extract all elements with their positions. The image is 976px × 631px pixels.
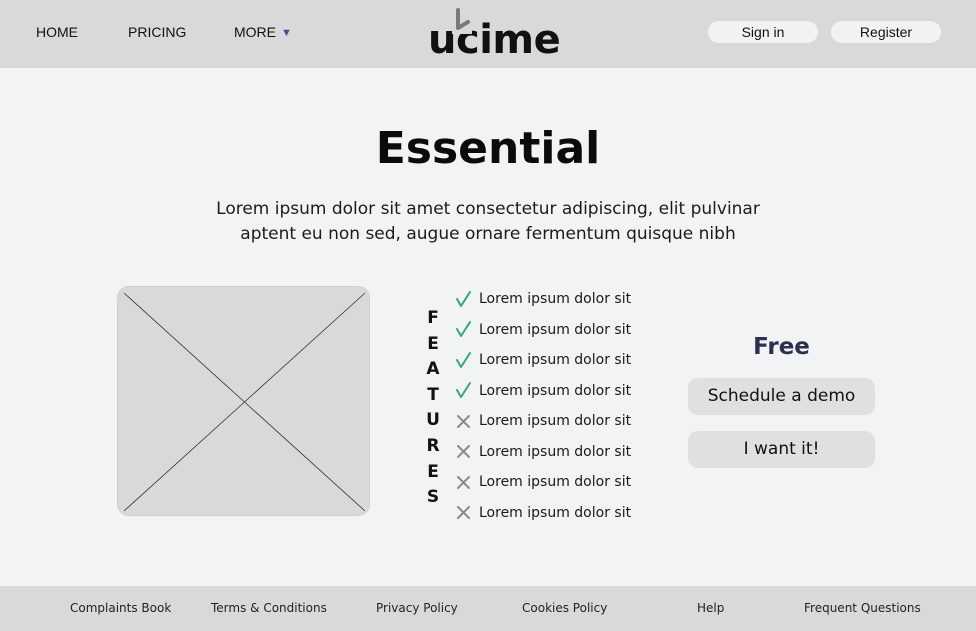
cross-icon <box>457 506 470 520</box>
page-subtitle: Lorem ipsum dolor sit amet consectetur a… <box>0 197 976 247</box>
features-letter: R <box>426 435 440 456</box>
subtitle-line: aptent eu non sed, augue ornare fermentu… <box>240 224 736 244</box>
cross-icon <box>457 445 470 459</box>
feature-item-excluded: Lorem ipsum dolor sit <box>455 437 631 468</box>
feature-item-included: Lorem ipsum dolor sit <box>455 315 631 346</box>
feature-item-included: Lorem ipsum dolor sit <box>455 376 631 407</box>
page-title: Essential <box>375 123 601 174</box>
features-letter: F <box>427 308 439 328</box>
feature-text: Lorem ipsum dolor sit <box>479 504 632 521</box>
nav-more-dropdown[interactable]: MORE ▼ <box>234 24 292 42</box>
features-letter: E <box>427 461 439 482</box>
check-icon <box>456 382 471 399</box>
footer-link-privacy[interactable]: Privacy Policy <box>376 601 458 616</box>
want-it-button[interactable]: I want it! <box>688 431 875 468</box>
footer-bar: Complaints Book Terms & Conditions Priva… <box>0 586 976 631</box>
clock-hand-icon <box>452 8 472 34</box>
schedule-demo-button[interactable]: Schedule a demo <box>688 378 875 415</box>
features-letter: T <box>427 384 439 405</box>
nav-home-link[interactable]: HOME <box>36 24 78 40</box>
cross-icon <box>457 414 470 428</box>
footer-link-terms[interactable]: Terms & Conditions <box>211 601 327 616</box>
features-letter: U <box>426 410 440 431</box>
features-vertical-label: F E A T U R E S <box>422 306 444 511</box>
plan-name: Free <box>753 334 810 360</box>
features-letter: E <box>427 333 439 354</box>
feature-item-included: Lorem ipsum dolor sit <box>455 284 631 315</box>
feature-item-excluded: Lorem ipsum dolor sit <box>455 498 631 529</box>
feature-list: Lorem ipsum dolor sit Lorem ipsum dolor … <box>455 284 631 528</box>
feature-text: Lorem ipsum dolor sit <box>479 443 632 460</box>
subtitle-line: Lorem ipsum dolor sit amet consectetur a… <box>216 199 760 219</box>
footer-link-faq[interactable]: Frequent Questions <box>804 601 921 616</box>
cross-icon <box>457 475 470 489</box>
footer-link-complaints-book[interactable]: Complaints Book <box>70 601 171 616</box>
caret-down-icon: ▼ <box>281 27 292 39</box>
feature-item-included: Lorem ipsum dolor sit <box>455 345 631 376</box>
footer-link-cookies[interactable]: Cookies Policy <box>522 601 607 616</box>
top-nav-bar: HOME PRICING MORE ▼ ucime Sign in Registe… <box>0 0 976 68</box>
footer-link-help[interactable]: Help <box>697 601 724 616</box>
feature-text: Lorem ipsum dolor sit <box>479 413 632 430</box>
placeholder-cross-lines <box>123 292 366 512</box>
feature-text: Lorem ipsum dolor sit <box>479 291 632 308</box>
feature-item-excluded: Lorem ipsum dolor sit <box>455 406 631 437</box>
check-icon <box>456 290 471 307</box>
image-placeholder <box>117 286 370 516</box>
feature-item-excluded: Lorem ipsum dolor sit <box>455 467 631 498</box>
check-icon <box>456 351 471 368</box>
check-icon <box>456 321 471 338</box>
feature-text: Lorem ipsum dolor sit <box>479 474 632 491</box>
nav-more-label: MORE <box>234 24 276 40</box>
brand-logo[interactable]: ucime <box>428 6 561 63</box>
feature-text: Lorem ipsum dolor sit <box>479 382 632 399</box>
feature-text: Lorem ipsum dolor sit <box>479 321 632 338</box>
nav-pricing-link[interactable]: PRICING <box>128 24 186 40</box>
features-letter: A <box>426 359 440 380</box>
logo-text: ucime <box>428 17 561 63</box>
sign-in-button[interactable]: Sign in <box>708 21 818 43</box>
feature-text: Lorem ipsum dolor sit <box>479 352 632 369</box>
register-button[interactable]: Register <box>831 21 941 43</box>
features-letter: S <box>426 487 440 508</box>
